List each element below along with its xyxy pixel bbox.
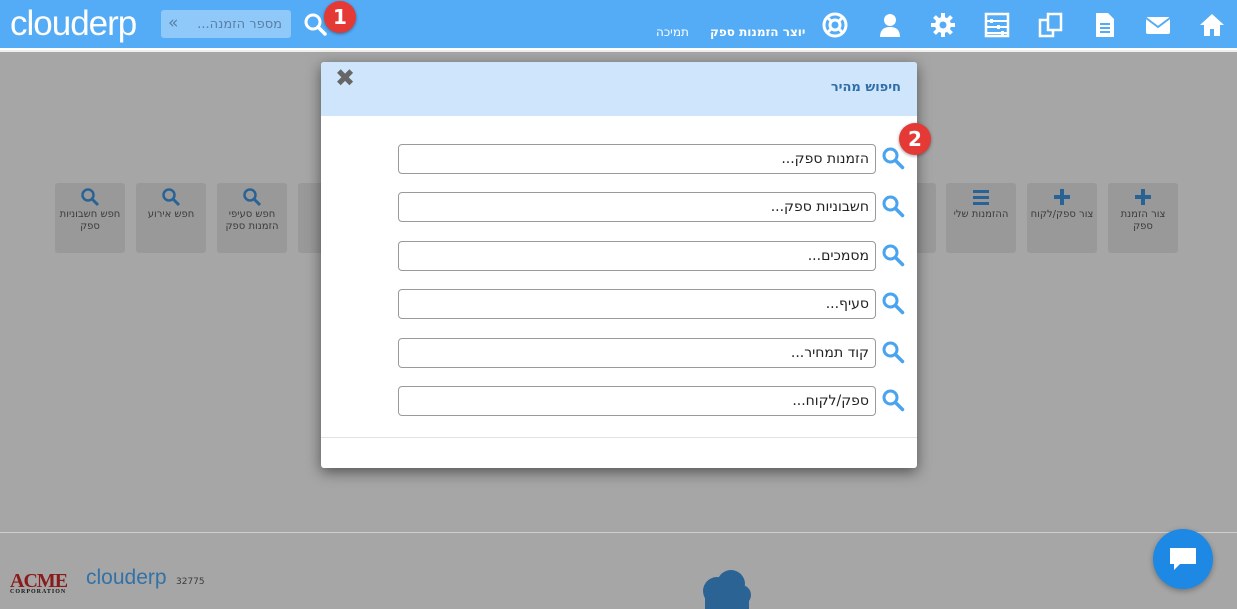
copy-icon[interactable] — [1038, 12, 1064, 38]
gear-icon[interactable] — [930, 12, 956, 38]
clouderp-logo[interactable]: clouderp — [10, 4, 137, 44]
supplier-orders-search-input[interactable] — [398, 144, 876, 174]
nav-order-creator-link[interactable]: יוצר הזמנות ספק — [710, 25, 805, 39]
modal-title: חיפוש מהיר — [830, 80, 901, 95]
double-chevron-icon[interactable]: « — [168, 13, 178, 33]
nav-support-link[interactable]: תמיכה — [656, 25, 689, 39]
user-icon[interactable] — [877, 12, 903, 38]
search-row-supplier-customer — [398, 386, 905, 416]
search-row-cost-code — [398, 338, 905, 368]
abacus-icon[interactable] — [984, 12, 1010, 38]
cost-code-search-input[interactable] — [398, 338, 876, 368]
search-icon[interactable] — [881, 243, 905, 267]
envelope-icon[interactable] — [1145, 12, 1171, 38]
top-navbar: clouderp « 1 תמיכה יוצר הזמנות ספק — [0, 0, 1237, 50]
order-number-input[interactable] — [161, 10, 291, 38]
supplier-invoices-search-input[interactable] — [398, 192, 876, 222]
search-row-supplier-invoices — [398, 192, 905, 222]
search-icon[interactable] — [881, 291, 905, 315]
documents-search-input[interactable] — [398, 241, 876, 271]
annotation-badge-1: 1 — [324, 1, 356, 33]
quick-search-modal: חיפוש מהיר ✖ — [321, 62, 917, 468]
annotation-badge-2: 2 — [899, 123, 931, 155]
search-row-documents — [398, 241, 905, 271]
search-icon[interactable] — [881, 388, 905, 412]
chat-button[interactable] — [1153, 529, 1213, 589]
search-icon[interactable] — [881, 340, 905, 364]
item-search-input[interactable] — [398, 289, 876, 319]
supplier-customer-search-input[interactable] — [398, 386, 876, 416]
document-icon[interactable] — [1092, 12, 1118, 38]
home-icon[interactable] — [1199, 12, 1225, 38]
search-row-item — [398, 289, 905, 319]
modal-footer-divider — [321, 437, 917, 438]
search-icon[interactable] — [881, 146, 905, 170]
chat-bubble-icon — [1170, 548, 1196, 570]
help-lifebuoy-icon[interactable] — [822, 12, 848, 38]
close-icon[interactable]: ✖ — [335, 66, 355, 90]
search-icon[interactable] — [881, 194, 905, 218]
modal-backdrop[interactable] — [0, 533, 1237, 609]
modal-header: חיפוש מהיר ✖ — [321, 62, 917, 116]
search-row-supplier-orders — [398, 144, 905, 174]
